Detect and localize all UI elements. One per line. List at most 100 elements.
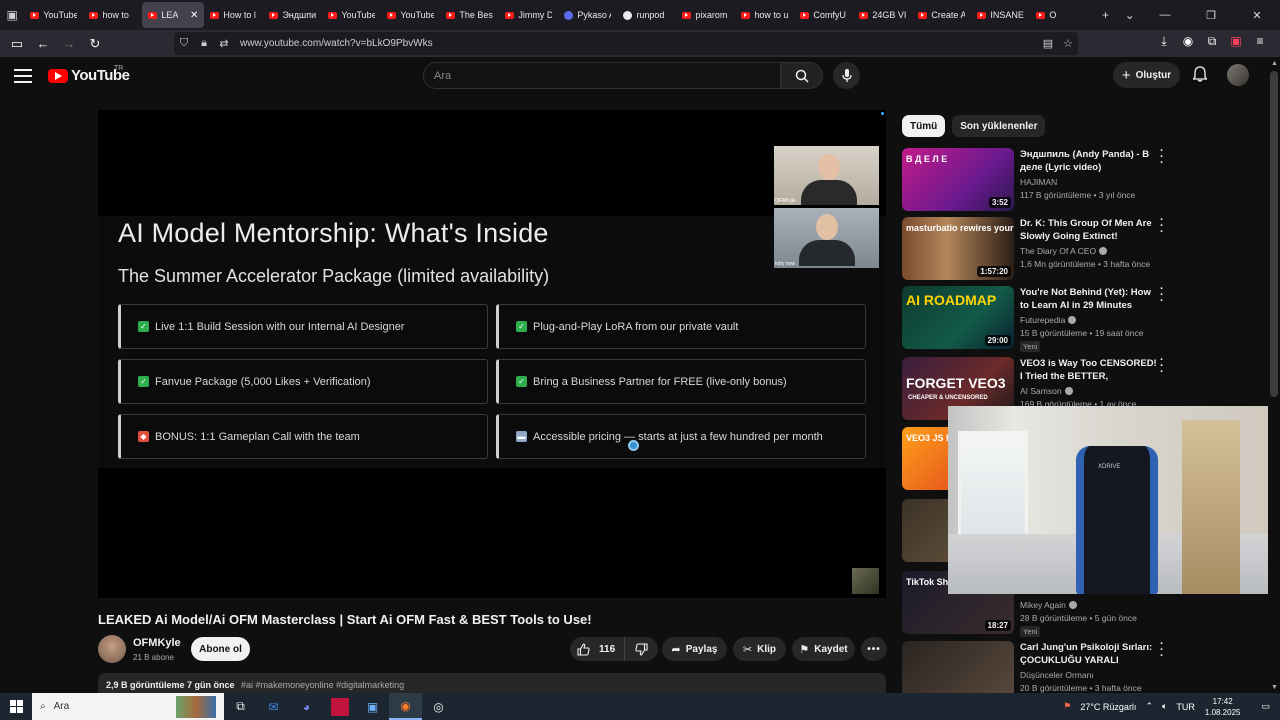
hashtags[interactable]: #ai #makemoneyonline #digitalmarketing xyxy=(241,680,404,690)
search-input[interactable]: Ara xyxy=(423,62,781,89)
scroll-up-icon[interactable]: ▲ xyxy=(1271,60,1278,67)
search-button[interactable] xyxy=(781,62,823,89)
volume-icon[interactable]: 🔈︎ xyxy=(1162,701,1167,712)
video-thumbnail[interactable]: masturbatio rewires your b 1:57:20 xyxy=(902,217,1014,280)
recommended-video[interactable]: B Д Е Л Е 3:52 Эндшпиль (Andy Panda) - В д… xyxy=(902,146,1172,211)
close-window-icon[interactable]: ✕ xyxy=(1234,9,1280,22)
channel-name[interactable]: OFMKyle xyxy=(133,637,181,649)
browser-tab[interactable]: O xyxy=(1030,2,1089,28)
browser-tab[interactable]: runpod xyxy=(617,2,676,28)
permissions-icon[interactable]: ⇄ xyxy=(214,37,234,50)
browser-tab[interactable]: Эндшпи xyxy=(263,2,322,28)
firefox-icon[interactable]: ◉ xyxy=(389,693,422,720)
download-icon[interactable]: ⤓ xyxy=(1152,34,1176,49)
browser-tab[interactable]: Create A xyxy=(912,2,971,28)
browser-tab[interactable]: pixarom xyxy=(676,2,735,28)
account-icon[interactable]: ◉ xyxy=(1176,34,1200,49)
notification-center-icon[interactable]: ▭ xyxy=(1261,701,1270,712)
recommended-video[interactable]: AI ROADMAP 29:00 You're Not Behind (Yet): … xyxy=(902,284,1172,352)
channel-name[interactable]: Düşünceler Ormanı xyxy=(1020,670,1094,680)
voice-search-button[interactable] xyxy=(833,62,860,89)
close-tab-icon[interactable]: ✕ xyxy=(190,10,198,21)
browser-tab[interactable]: YouTube xyxy=(381,2,440,28)
sidebar-toggle-icon[interactable]: ▭ xyxy=(5,32,29,56)
dislike-button[interactable] xyxy=(625,642,658,656)
video-player[interactable]: AI Model Mentorship: What's Inside The S… xyxy=(98,110,886,598)
recommended-video[interactable]: masturbatio rewires your b 1:57:20 Dr. K: … xyxy=(902,215,1172,280)
channel-name[interactable]: AI Samson xyxy=(1020,386,1073,396)
browser-tab[interactable]: ComfyU xyxy=(794,2,853,28)
tab-overflow-icon[interactable]: ⌄ xyxy=(1118,0,1142,30)
channel-name[interactable]: The Diary Of A CEO xyxy=(1020,246,1108,256)
browser-tab[interactable]: how to xyxy=(83,2,142,28)
shield-icon[interactable]: ⛉ xyxy=(174,37,194,50)
video-thumbnail[interactable]: B Д Е Л Е 3:52 xyxy=(902,148,1014,211)
chip-all[interactable]: Tümü xyxy=(902,115,946,137)
browser-tab[interactable]: Jimmy D xyxy=(499,2,558,28)
end-screen-thumbnail[interactable] xyxy=(852,568,879,594)
browser-tab[interactable]: How to l xyxy=(204,2,263,28)
restore-icon[interactable]: ❐ xyxy=(1188,9,1234,22)
obs-icon[interactable]: ◎ xyxy=(422,693,455,720)
more-options-icon[interactable]: ··· xyxy=(1160,284,1164,307)
like-button[interactable]: 116 xyxy=(570,637,625,661)
app-icon-red[interactable] xyxy=(323,693,356,720)
video-title[interactable]: Эндшпиль (Andy Panda) - В деле (Lyric vi… xyxy=(1020,148,1157,174)
forward-icon[interactable]: → xyxy=(57,32,81,56)
tab-list-icon[interactable]: ▣ xyxy=(0,0,24,30)
reload-icon[interactable]: ↻ xyxy=(83,32,107,56)
browser-tab[interactable]: 24GB VI xyxy=(853,2,912,28)
video-title[interactable]: VEO3 is Way Too CENSORED! I Tried the BE… xyxy=(1020,357,1157,384)
notifications-button[interactable] xyxy=(1191,66,1209,86)
browser-tab[interactable]: how to u xyxy=(735,2,794,28)
browser-tab[interactable]: The Best xyxy=(440,2,499,28)
extension-badge-icon[interactable]: ▣ xyxy=(1224,34,1248,49)
browser-tab[interactable]: YouTube xyxy=(24,2,83,28)
channel-name[interactable]: Mikey Again xyxy=(1020,600,1077,610)
clock[interactable]: 17:42 1.08.2025 xyxy=(1205,696,1241,718)
more-options-icon[interactable]: ··· xyxy=(1160,215,1164,238)
channel-avatar[interactable] xyxy=(98,635,126,663)
start-button[interactable] xyxy=(0,700,32,713)
subscribe-button[interactable]: Abone ol xyxy=(191,637,250,661)
more-options-icon[interactable]: ··· xyxy=(1160,146,1164,169)
youtube-logo[interactable]: YouTube TR xyxy=(48,65,130,84)
back-icon[interactable]: ← xyxy=(31,32,55,56)
share-button[interactable]: ➦ Paylaş xyxy=(662,637,727,661)
browser-tab[interactable]: INSANE xyxy=(971,2,1030,28)
create-button[interactable]: + Oluştur xyxy=(1113,62,1180,88)
more-options-icon[interactable]: ··· xyxy=(1160,355,1164,378)
chip-recent[interactable]: Son yüklenenler xyxy=(952,115,1046,137)
user-avatar[interactable] xyxy=(1227,64,1249,86)
video-title[interactable]: Carl Jung'un Psikoloji Sırları: ÇOCUKLUĞ… xyxy=(1020,641,1157,668)
bookmark-star-icon[interactable]: ☆ xyxy=(1058,37,1078,50)
new-tab-icon[interactable]: + xyxy=(1093,0,1117,30)
tray-overflow-icon[interactable]: ⌃ xyxy=(1145,701,1153,712)
channel-name[interactable]: HAJIMAN xyxy=(1020,177,1057,187)
weather-text[interactable]: 27°C Rüzgarlı xyxy=(1080,702,1136,712)
page-scrollbar[interactable]: ▲ ▼ xyxy=(1268,57,1280,693)
guide-menu-icon[interactable] xyxy=(14,69,32,83)
taskbar-search[interactable]: ⌕ Ara xyxy=(32,693,224,720)
browser-tab[interactable]: LEA ✕ xyxy=(142,2,205,28)
scrollbar-thumb[interactable] xyxy=(1270,71,1278,397)
outlook-icon[interactable]: ✉ xyxy=(257,693,290,720)
url-text[interactable]: www.youtube.com/watch?v=bLkO9PbvWks xyxy=(240,38,433,49)
browser-tab[interactable]: Pykaso A xyxy=(558,2,617,28)
minimize-icon[interactable]: — xyxy=(1142,9,1188,21)
video-title[interactable]: Dr. K: This Group Of Men Are Slowly Goin… xyxy=(1020,217,1157,243)
video-thumbnail[interactable]: AI ROADMAP 29:00 xyxy=(902,286,1014,349)
language-indicator[interactable]: TUR xyxy=(1176,702,1195,712)
menu-icon[interactable]: ≡ xyxy=(1248,34,1272,49)
scroll-down-icon[interactable]: ▼ xyxy=(1271,684,1278,691)
more-actions-button[interactable]: ••• xyxy=(861,637,887,661)
video-title[interactable]: You're Not Behind (Yet): How to Learn AI… xyxy=(1020,286,1157,312)
more-options-icon[interactable]: ··· xyxy=(1160,639,1164,662)
discord-icon[interactable]: ◕ xyxy=(290,693,323,720)
extensions-icon[interactable]: ⧉ xyxy=(1200,34,1224,49)
weather-icon[interactable]: ⚑ xyxy=(1063,701,1071,712)
app-icon-blue[interactable]: ▣ xyxy=(356,693,389,720)
clip-button[interactable]: ✂ Klip xyxy=(733,637,786,661)
channel-name[interactable]: Futurepedia xyxy=(1020,315,1077,325)
task-view-icon[interactable]: ⧉ xyxy=(224,693,257,720)
